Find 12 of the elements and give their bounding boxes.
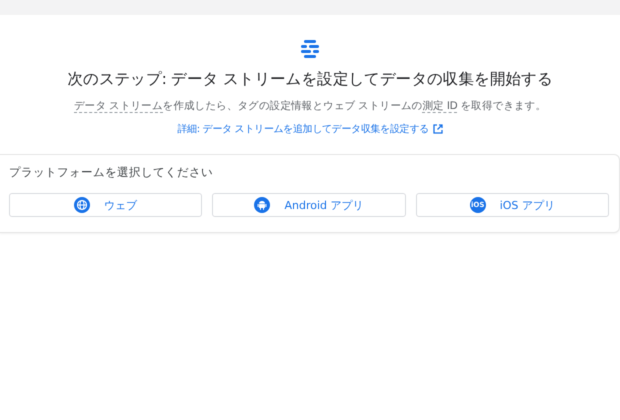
glossary-term[interactable]: データ ストリーム [74,100,163,113]
platform-button[interactable]: ウェブ [9,193,202,217]
description-text: データ ストリームを作成したら、タグの設定情報とウェブ ストリームの測定 ID を取得できます。 [74,99,546,113]
glossary-term[interactable]: 測定 ID [422,100,458,113]
android-icon [254,197,270,213]
stream-icon [300,39,320,59]
globe-icon [74,197,90,213]
card-label: プラットフォームを選択してください [9,165,214,180]
external-link-icon [432,124,443,134]
page-title: 次のステップ: データ ストリームを設定してデータの収集を開始する [67,69,553,90]
platform-button[interactable]: Android アプリ [212,193,406,217]
help-link[interactable]: 詳細: データ ストリームを追加してデータ収集を設定する [177,122,443,136]
